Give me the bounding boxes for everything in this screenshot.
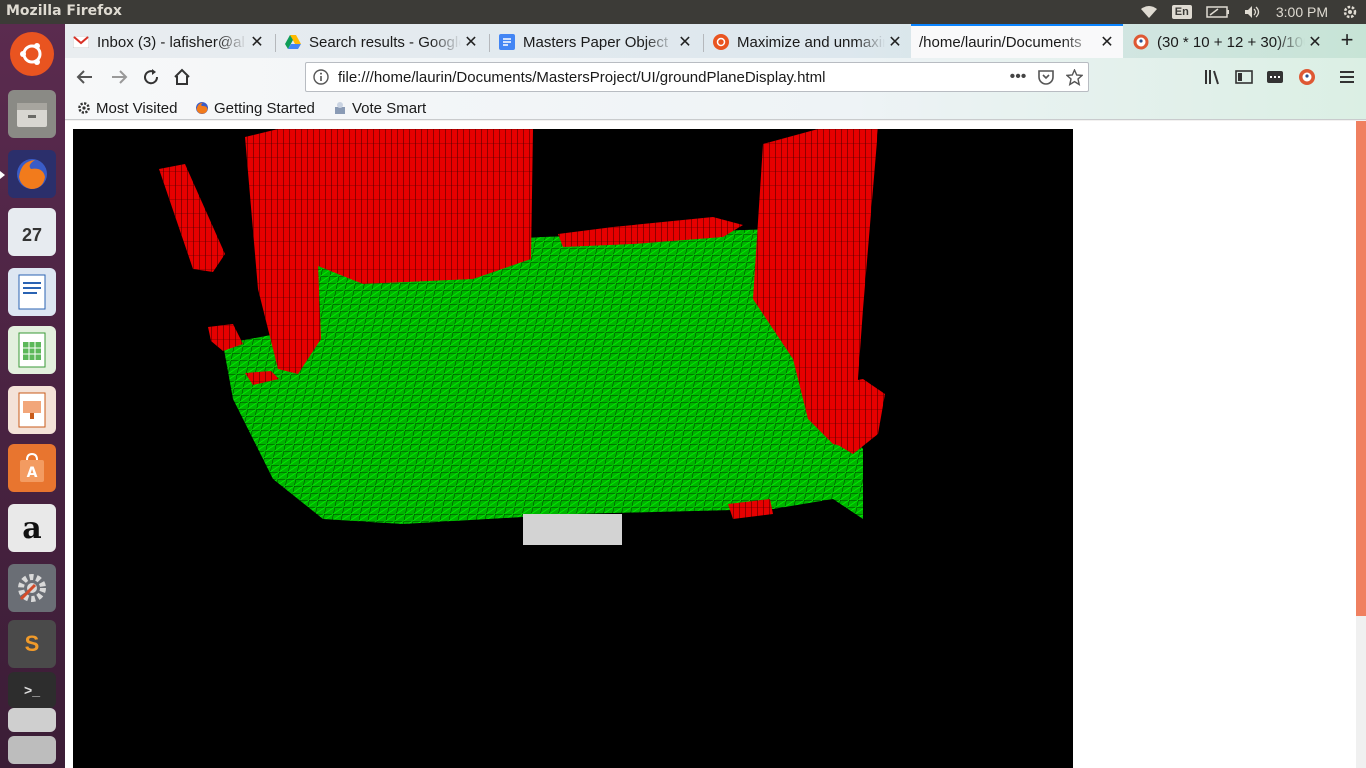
close-tab-icon[interactable]: ✕ [675, 32, 695, 52]
duckduckgo-icon [1299, 69, 1315, 85]
files-icon[interactable] [8, 90, 56, 138]
bookmark-getting-started[interactable]: Getting Started [195, 99, 315, 117]
ground-plane-visualization [159, 129, 885, 545]
back-button[interactable] [71, 63, 99, 91]
extension-icon [1267, 71, 1283, 83]
sidebar-icon [1235, 70, 1253, 84]
system-tray: En 3:00 PM [1140, 0, 1358, 24]
tab-masters-paper[interactable]: Masters Paper Object ✕ [491, 26, 701, 58]
ubuntu-icon [713, 34, 729, 50]
duckduckgo-extension-button[interactable] [1293, 63, 1321, 91]
tab-gmail[interactable]: Inbox (3) - lafisher@al ✕ [65, 26, 273, 58]
tab-label: Search results - Google [309, 33, 461, 51]
close-tab-icon[interactable]: ✕ [247, 32, 267, 52]
keyboard-language-indicator[interactable]: En [1171, 0, 1192, 24]
tab-label: Inbox (3) - lafisher@al [97, 33, 245, 51]
home-icon [174, 68, 190, 85]
pocket-icon[interactable] [1032, 69, 1060, 85]
obstacle-back-wall [278, 129, 533, 284]
obstacle-far-left-column [159, 164, 225, 272]
firefox-icon [195, 101, 209, 115]
library-button[interactable] [1199, 63, 1227, 91]
ubuntu-dash-icon[interactable] [10, 32, 54, 76]
tab-label: Masters Paper Object [523, 33, 669, 51]
gear-icon [77, 101, 91, 115]
bookmark-label: Vote Smart [352, 99, 427, 117]
vote-smart-icon [333, 101, 347, 115]
session-gear-icon[interactable] [1342, 0, 1358, 24]
google-drive-icon [285, 34, 301, 50]
calendar-icon[interactable]: 27 [8, 208, 56, 256]
bookmark-star-icon[interactable] [1060, 68, 1088, 86]
wifi-icon[interactable] [1140, 0, 1158, 24]
reload-button[interactable] [137, 63, 165, 91]
home-button[interactable] [168, 63, 196, 91]
site-info-icon[interactable] [306, 69, 336, 85]
back-arrow-icon [76, 70, 92, 84]
amazon-icon[interactable]: a [8, 504, 56, 552]
tab-separator [489, 34, 490, 52]
google-docs-icon [499, 34, 515, 50]
close-tab-icon[interactable]: ✕ [885, 32, 905, 52]
vertical-scrollbar[interactable] [1356, 121, 1366, 768]
sublime-text-icon[interactable]: S [8, 620, 56, 668]
ground-plane-3d-canvas[interactable] [73, 129, 1073, 768]
bookmarks-toolbar: Most Visited Getting Started Vote Smart [65, 96, 1366, 120]
scrollbar-thumb[interactable] [1356, 121, 1366, 616]
menu-button[interactable] [1333, 63, 1361, 91]
tab-ground-plane-display[interactable]: /home/laurin/Documents ✕ [911, 24, 1123, 58]
page-content [65, 121, 1366, 768]
bookmark-most-visited[interactable]: Most Visited [77, 99, 177, 117]
system-settings-icon[interactable] [8, 564, 56, 612]
system-top-bar: Mozilla Firefox En 3:00 PM [0, 0, 1366, 24]
libreoffice-writer-icon[interactable] [8, 268, 56, 316]
page-actions-icon[interactable]: ••• [1004, 68, 1032, 86]
tab-label: (30 * 10 + 12 + 30)/100 [1157, 33, 1305, 51]
hamburger-menu-icon [1340, 71, 1354, 83]
bookmark-label: Getting Started [214, 99, 315, 117]
close-tab-icon[interactable]: ✕ [1305, 32, 1325, 52]
battery-icon[interactable] [1206, 0, 1230, 24]
url-bar[interactable]: file:///home/laurin/Documents/MastersPro… [305, 62, 1089, 92]
url-text[interactable]: file:///home/laurin/Documents/MastersPro… [336, 69, 1004, 86]
bookmark-vote-smart[interactable]: Vote Smart [333, 99, 426, 117]
window-title: Mozilla Firefox [6, 3, 122, 19]
scanner-icon[interactable] [8, 708, 56, 732]
forward-button[interactable] [105, 63, 133, 91]
close-tab-icon[interactable]: ✕ [1097, 32, 1117, 52]
navigation-toolbar: file:///home/laurin/Documents/MastersPro… [65, 58, 1366, 96]
tab-strip: Inbox (3) - lafisher@al ✕ Search results… [65, 24, 1366, 58]
tab-separator [703, 34, 704, 52]
tab-label: Maximize and unmaxim [737, 33, 885, 51]
volume-icon[interactable] [1244, 0, 1262, 24]
tab-calculation[interactable]: (30 * 10 + 12 + 30)/100 ✕ [1125, 26, 1331, 58]
gmail-icon [73, 34, 89, 50]
library-icon [1205, 70, 1219, 85]
close-tab-icon[interactable]: ✕ [461, 32, 481, 52]
terminal-icon[interactable]: >_ [8, 672, 56, 708]
forward-arrow-icon [112, 70, 128, 84]
bookmark-label: Most Visited [96, 99, 178, 117]
tab-label: /home/laurin/Documents [919, 33, 1082, 51]
firefox-icon[interactable] [8, 150, 56, 198]
launcher: 27 A a S >_ [0, 24, 65, 768]
svg-text:A: A [27, 465, 38, 481]
robot-marker [523, 514, 622, 545]
duckduckgo-icon [1133, 34, 1149, 50]
libreoffice-impress-icon[interactable] [8, 386, 56, 434]
firefox-window: Inbox (3) - lafisher@al ✕ Search results… [65, 24, 1366, 768]
clock[interactable]: 3:00 PM [1276, 0, 1328, 24]
printer-icon[interactable] [8, 736, 56, 764]
reload-icon [144, 69, 159, 85]
libreoffice-calc-icon[interactable] [8, 326, 56, 374]
new-tab-button[interactable]: + [1334, 28, 1360, 54]
extension-button[interactable] [1261, 63, 1289, 91]
running-indicator [0, 171, 5, 179]
ubuntu-software-icon[interactable]: A [8, 444, 56, 492]
tab-google-search[interactable]: Search results - Google ✕ [277, 26, 487, 58]
tab-separator [275, 34, 276, 52]
sidebar-button[interactable] [1230, 63, 1258, 91]
tab-maximize-unmaximize[interactable]: Maximize and unmaxim ✕ [705, 26, 911, 58]
